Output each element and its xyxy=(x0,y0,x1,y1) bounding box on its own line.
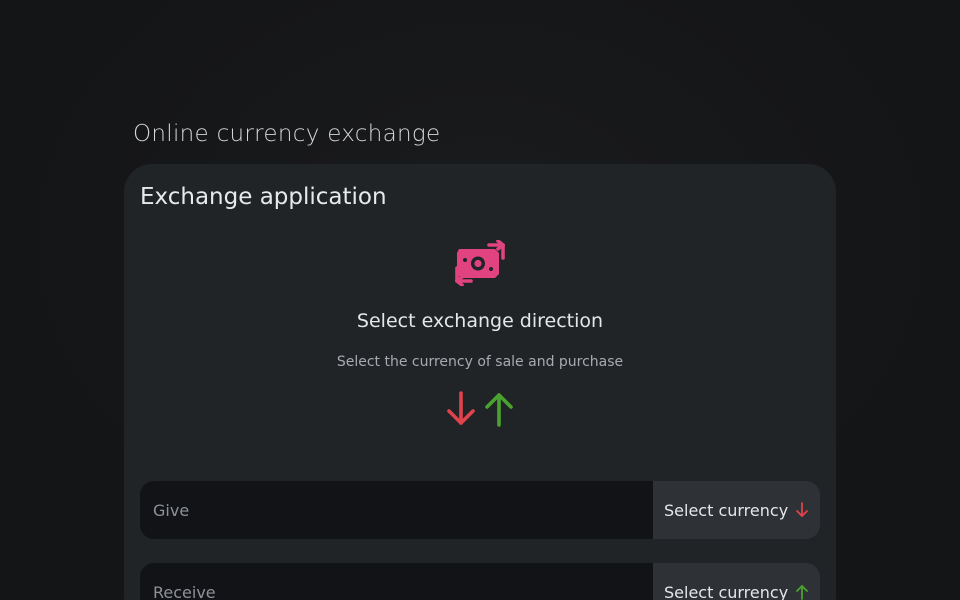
page-title: Online currency exchange xyxy=(133,121,441,147)
give-currency-label: Select currency xyxy=(664,500,789,520)
money-exchange-icon xyxy=(453,239,507,287)
arrow-down-icon xyxy=(796,502,809,517)
page: Online currency exchange Exchange applic… xyxy=(0,0,960,600)
receive-row: Select currency xyxy=(140,563,820,600)
give-input[interactable] xyxy=(140,481,653,539)
arrow-up-icon xyxy=(485,393,513,427)
direction-arrows xyxy=(444,390,516,428)
give-row: Select currency xyxy=(140,481,820,539)
arrow-up-icon xyxy=(796,585,809,600)
card-title: Exchange application xyxy=(140,184,387,210)
receive-input[interactable] xyxy=(140,563,653,600)
receive-currency-label: Select currency xyxy=(664,582,789,600)
receive-currency-select[interactable]: Select currency xyxy=(653,563,820,600)
direction-subtitle: Select the currency of sale and purchase xyxy=(336,354,624,370)
arrow-down-icon xyxy=(447,391,475,425)
give-currency-select[interactable]: Select currency xyxy=(653,481,820,539)
direction-title: Select exchange direction xyxy=(356,310,604,332)
exchange-card: Exchange application Select exchange dir… xyxy=(124,164,836,600)
